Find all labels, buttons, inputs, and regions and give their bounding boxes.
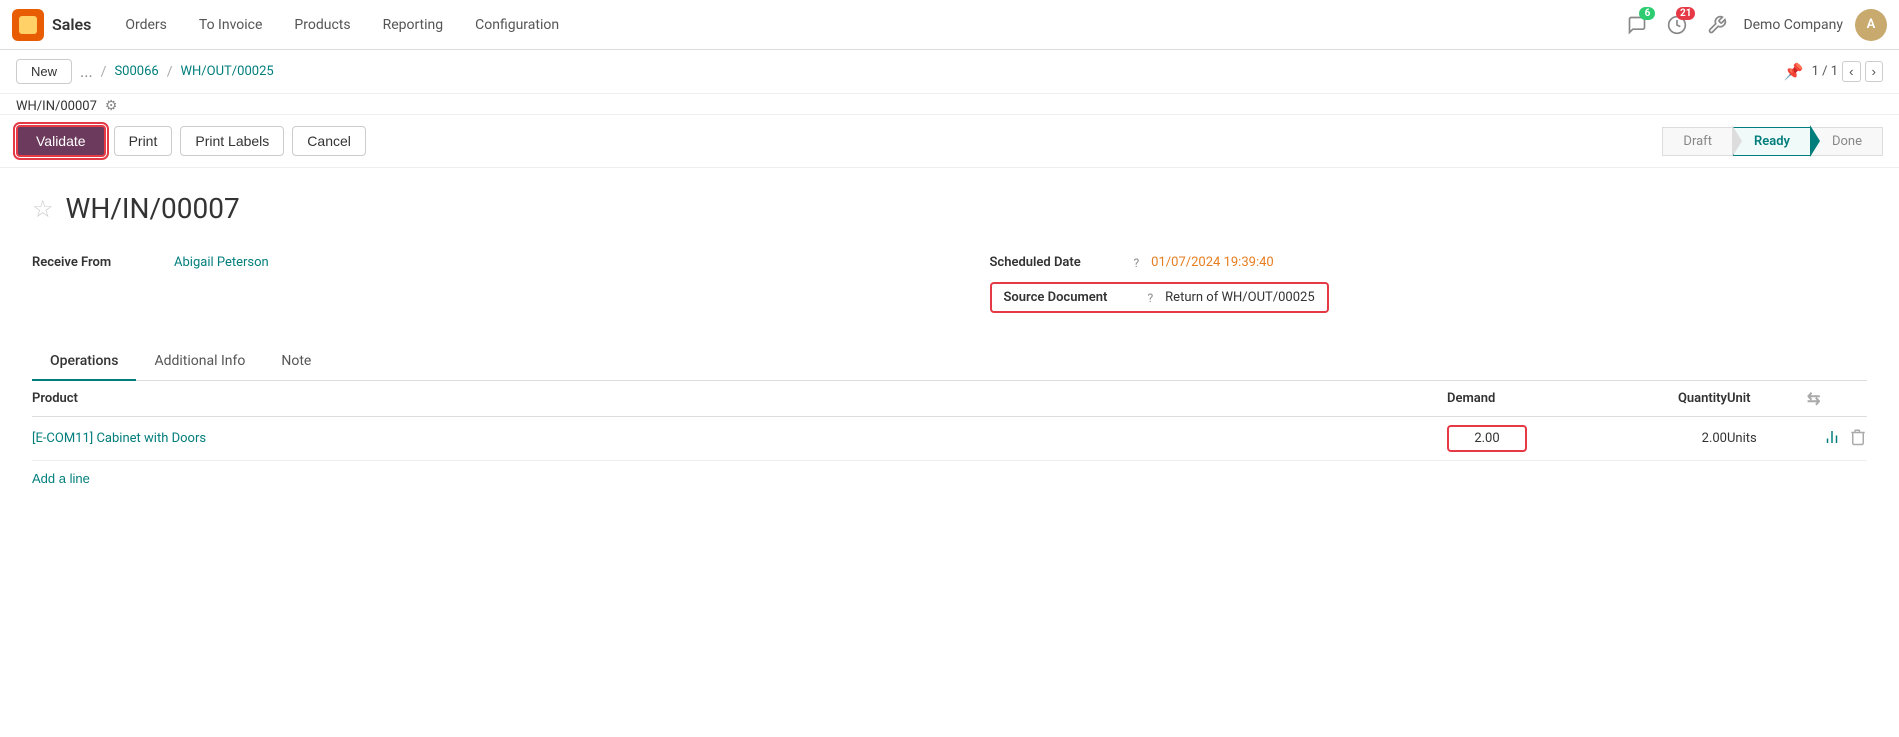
- table-area: Product Demand Quantity Unit ⇆ [E-COM11]…: [32, 381, 1867, 497]
- wrench-icon[interactable]: [1703, 11, 1731, 39]
- tab-operations[interactable]: Operations: [32, 343, 136, 381]
- page-nav: 1 / 1 ‹ ›: [1812, 61, 1883, 82]
- demand-value[interactable]: 2.00: [1447, 425, 1527, 452]
- tab-note[interactable]: Note: [263, 343, 329, 381]
- page-info: 1 / 1: [1812, 64, 1838, 79]
- col-product: Product: [32, 391, 1447, 406]
- nav-to-invoice[interactable]: To Invoice: [185, 11, 277, 39]
- cancel-button[interactable]: Cancel: [292, 126, 366, 156]
- source-document-label: Source Document: [1004, 290, 1134, 305]
- topnav-right: 6 21 Demo Company A: [1623, 9, 1887, 41]
- breadcrumb-bar: New ... / S00066 / WH/OUT/00025 📌 1 / 1 …: [0, 50, 1899, 94]
- source-doc-help-icon[interactable]: ?: [1148, 291, 1154, 305]
- source-document-value[interactable]: Return of WH/OUT/00025: [1165, 290, 1315, 305]
- record-sub-name: WH/IN/00007: [16, 99, 97, 114]
- tab-additional-info[interactable]: Additional Info: [136, 343, 263, 381]
- receive-from-label: Receive From: [32, 255, 162, 270]
- col-demand: Demand: [1447, 391, 1607, 406]
- delete-row-icon[interactable]: [1849, 428, 1867, 450]
- breadcrumb-right: 📌 1 / 1 ‹ ›: [1784, 61, 1883, 82]
- top-navbar: Sales Orders To Invoice Products Reporti…: [0, 0, 1899, 50]
- action-bar: Validate Print Print Labels Cancel Draft…: [0, 115, 1899, 168]
- pin-icon[interactable]: 📌: [1784, 62, 1804, 81]
- nav-items: Orders To Invoice Products Reporting Con…: [111, 11, 1623, 39]
- add-line-button[interactable]: Add a line: [32, 471, 90, 486]
- scheduled-date-label: Scheduled Date: [990, 255, 1120, 270]
- form-fields: Receive From Abigail Peterson Scheduled …: [32, 249, 1867, 319]
- form-left: Receive From Abigail Peterson: [32, 249, 950, 319]
- status-draft[interactable]: Draft: [1662, 127, 1733, 156]
- print-button[interactable]: Print: [114, 126, 173, 156]
- settings-gear-icon[interactable]: ⚙: [105, 98, 118, 114]
- breadcrumb-s00066[interactable]: S00066: [114, 64, 158, 79]
- new-button[interactable]: New: [16, 59, 72, 84]
- scheduled-date-row: Scheduled Date ? 01/07/2024 19:39:40: [990, 249, 1868, 276]
- user-avatar[interactable]: A: [1855, 9, 1887, 41]
- status-ready[interactable]: Ready: [1733, 127, 1811, 156]
- next-page-button[interactable]: ›: [1865, 61, 1883, 82]
- receive-from-row: Receive From Abigail Peterson: [32, 249, 950, 276]
- transfer-arrows-icon[interactable]: ⇆: [1807, 389, 1820, 408]
- nav-reporting[interactable]: Reporting: [369, 11, 458, 39]
- favorite-star-icon[interactable]: ☆: [32, 195, 54, 223]
- validate-button[interactable]: Validate: [16, 125, 106, 157]
- chart-icon[interactable]: [1823, 428, 1841, 450]
- record-name-row: WH/IN/00007 ⚙: [0, 94, 1899, 115]
- nav-orders[interactable]: Orders: [111, 11, 181, 39]
- status-done[interactable]: Done: [1811, 127, 1883, 156]
- source-doc-box: Source Document ? Return of WH/OUT/00025: [990, 282, 1329, 313]
- record-title-row: ☆ WH/IN/00007: [32, 192, 1867, 225]
- messages-icon[interactable]: 6: [1623, 11, 1651, 39]
- tasks-icon[interactable]: 21: [1663, 11, 1691, 39]
- nav-configuration[interactable]: Configuration: [461, 11, 573, 39]
- receive-from-value[interactable]: Abigail Peterson: [174, 255, 269, 270]
- breadcrumb-whout[interactable]: WH/OUT/00025: [180, 64, 273, 79]
- breadcrumb-dots[interactable]: ...: [80, 62, 93, 81]
- quantity-cell[interactable]: 2.00: [1607, 431, 1727, 446]
- add-line-row: Add a line: [32, 461, 1867, 497]
- unit-cell: Units: [1727, 431, 1807, 446]
- app-brand: Sales: [52, 15, 91, 34]
- tabs: Operations Additional Info Note: [32, 343, 1867, 381]
- scheduled-date-help-icon[interactable]: ?: [1134, 256, 1140, 270]
- status-bar: Draft Ready Done: [1662, 127, 1883, 156]
- source-document-row: Source Document ? Return of WH/OUT/00025: [990, 276, 1868, 319]
- scheduled-date-value[interactable]: 01/07/2024 19:39:40: [1151, 255, 1274, 270]
- product-cell[interactable]: [E-COM11] Cabinet with Doors: [32, 431, 1447, 446]
- table-header: Product Demand Quantity Unit ⇆: [32, 381, 1867, 417]
- app-logo: [12, 9, 44, 41]
- demand-cell: 2.00: [1447, 425, 1607, 452]
- prev-page-button[interactable]: ‹: [1842, 61, 1860, 82]
- col-actions: ⇆: [1807, 389, 1867, 408]
- form-right: Scheduled Date ? 01/07/2024 19:39:40 Sou…: [950, 249, 1868, 319]
- col-unit: Unit: [1727, 391, 1807, 406]
- record-title: WH/IN/00007: [66, 192, 240, 225]
- col-quantity: Quantity: [1607, 391, 1727, 406]
- table-row: [E-COM11] Cabinet with Doors 2.00 2.00 U…: [32, 417, 1867, 461]
- row-icons: [1807, 428, 1867, 450]
- print-labels-button[interactable]: Print Labels: [180, 126, 284, 156]
- main-content: ☆ WH/IN/00007 Receive From Abigail Peter…: [0, 168, 1899, 521]
- nav-products[interactable]: Products: [280, 11, 364, 39]
- company-name: Demo Company: [1743, 17, 1843, 33]
